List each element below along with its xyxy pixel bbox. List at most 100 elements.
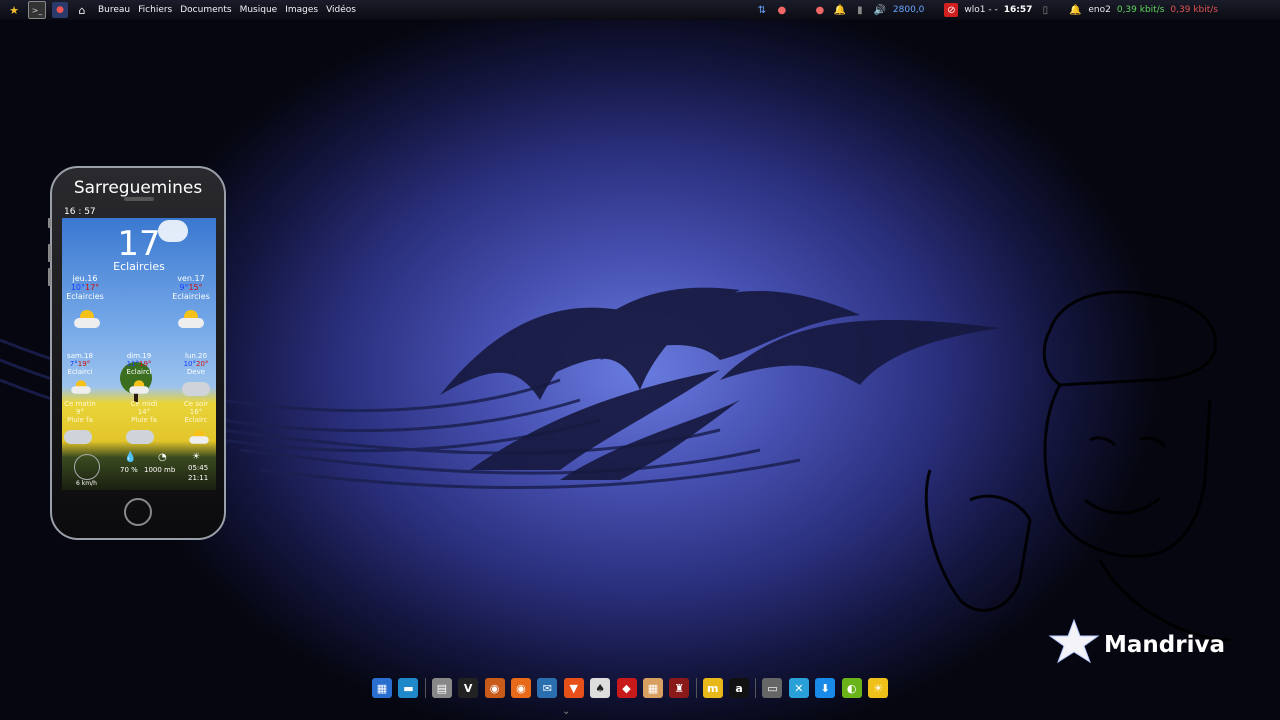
net-up-speed: 0,39 kbit/s [1170,5,1218,15]
blocked-icon[interactable]: ⊘ [944,3,959,17]
forecast-condition: Eclaircies [66,292,104,301]
menu-videos[interactable]: Vidéos [326,5,356,15]
volume-icon[interactable]: 🔊 [873,3,887,17]
appimage-icon[interactable]: a [729,678,750,698]
notification-bell-icon[interactable]: 🔔 [1068,3,1082,17]
brave-icon[interactable]: ▼ [563,678,584,698]
clipboard-icon[interactable]: ▯ [1038,3,1052,17]
thunderbird-icon[interactable]: ✉ [537,678,558,698]
terminal-icon[interactable]: >_ [28,1,46,19]
dock: ▦ ▬ ▤ V ◉ ◉ ✉ ▼ ♠ ◆ ▦ ♜ m a ▭ ✕ ⬇ ◐ ☀ [372,676,894,700]
phone-side-button [48,218,51,228]
forecast-day-name: lun.20 [185,352,207,360]
humidity-value: 70 % [120,466,138,474]
forecast-day: jeu.16 10°17° Eclaircies [62,274,110,301]
rain-cloud-icon [126,430,154,444]
system-tray: ⇅ ● ● 🔔 ▮ 🔊 2800,0 ⊘ wlo1 - - 16:57 ▯ 🔔 … [755,0,1280,20]
pressure-value: 1000 mb [144,466,176,474]
sun-cloud-icon [189,430,209,444]
notifier-icon[interactable]: ● [775,3,789,17]
eth-label: eno2 [1088,5,1111,15]
forecast-condition: Eclaircies [172,292,210,301]
dice-game-icon[interactable]: ◆ [616,678,637,698]
system-monitor-icon[interactable]: ● [52,2,68,18]
bell-icon[interactable]: 🔔 [833,3,847,17]
workspace-switcher-icon[interactable]: ▦ [372,678,392,698]
current-condition: Eclaircies [113,260,165,273]
sunrise-time: 05:45 [188,464,209,472]
desktop-show-icon[interactable]: ▬ [398,678,419,698]
forecast-period-temp: 14° [137,408,151,416]
vivaldi-icon[interactable]: V [458,678,479,698]
forecast-day-name: ven.17 [177,274,205,283]
remote-desktop-icon[interactable]: ✕ [788,678,809,698]
file-manager-icon[interactable]: ▤ [431,678,452,698]
menu-bureau[interactable]: Bureau [98,5,130,15]
battery-icon[interactable]: ▮ [853,3,867,17]
sun-cloud-icon [71,380,91,394]
chess-icon[interactable]: ♜ [669,678,690,698]
menu-fichiers[interactable]: Fichiers [138,5,172,15]
menu-images[interactable]: Images [285,5,318,15]
update-icon[interactable]: ⇅ [755,3,769,17]
mahjongg-icon[interactable]: ▦ [642,678,663,698]
home-folder-icon[interactable]: ⌂ [74,2,90,18]
panel-clock[interactable]: 16:57 [1004,5,1033,15]
phone-speaker [124,197,154,201]
weather-screen: 17 Eclaircies jeu.16 10°17° Eclaircies v… [62,218,216,490]
firefox-dev-icon[interactable]: ◉ [484,678,505,698]
forecast-condition: Eclairci [126,368,152,376]
phone-side-button [48,244,51,262]
mandriva-logo: Mandriva [1046,618,1246,668]
chevron-down-icon[interactable]: ⌄ [562,706,570,717]
cloud-icon [182,382,210,396]
forecast-low: 11° [126,360,139,368]
forecast-period: Ce soir 16° Eclairc [176,400,216,424]
net-down-speed: 0,39 kbit/s [1116,5,1165,15]
weather-city: Sarreguemines [73,178,203,198]
forecast-period: Ce matin 9° Pluie fa [62,400,100,424]
scanner-icon[interactable]: ▭ [762,678,783,698]
forecast-period-name: Ce matin [64,400,96,408]
phone-side-button [48,268,51,286]
forecast-period-name: Ce soir [183,400,209,408]
sunset-time: 21:11 [188,474,209,482]
phone-home-button [124,498,152,526]
forecast-period-temp: 9° [76,408,84,416]
mkvtoolnix-icon[interactable]: m [702,678,723,698]
solitaire-icon[interactable]: ♠ [590,678,611,698]
menu-documents[interactable]: Documents [180,5,231,15]
forecast-period-temp: 16° [189,408,203,416]
pressure-icon: ◔ [158,452,167,463]
weather-widget[interactable]: Sarreguemines 16 : 57 17 Eclaircies jeu.… [48,166,226,540]
dock-separator [755,678,757,698]
forecast-day-name: jeu.16 [72,274,98,283]
menu-musique[interactable]: Musique [240,5,278,15]
forecast-day: sam.18 7°19° Eclairci [62,352,100,376]
forecast-high: 20° [196,360,209,368]
rain-cloud-icon [64,430,92,444]
sun-cloud-icon [178,310,204,328]
sunrise-icon: ☀ [192,452,201,462]
forecast-condition: Deve [186,368,206,376]
sun-cloud-icon [129,380,149,394]
forecast-day: ven.17 9°15° Eclaircies [166,274,216,301]
chat-icon[interactable]: ● [813,3,827,17]
forecast-condition: Eclairci [67,368,93,376]
wifi-label: wlo1 - - [964,5,998,15]
forecast-condition: Pluie fa [131,416,157,424]
downloader-icon[interactable]: ⬇ [815,678,836,698]
star-menu-icon[interactable]: ★ [6,2,22,18]
forecast-day: dim.19 11°19° Eclairci [119,352,159,376]
nvidia-icon[interactable]: ◐ [841,678,862,698]
mandriva-wordmark: Mandriva [1104,632,1225,658]
weather-app-icon[interactable]: ☀ [868,678,889,698]
forecast-high: 19° [77,360,91,368]
forecast-high: 17° [85,283,100,292]
forecast-day: lun.20 10°20° Deve [176,352,216,376]
forecast-day-name: dim.19 [126,352,152,360]
firefox-icon[interactable]: ◉ [510,678,531,698]
humidity-icon: 💧 [124,452,137,463]
top-panel: ★ >_ ● ⌂ Bureau Fichiers Documents Musiq… [0,0,1280,20]
dock-separator [695,678,697,698]
